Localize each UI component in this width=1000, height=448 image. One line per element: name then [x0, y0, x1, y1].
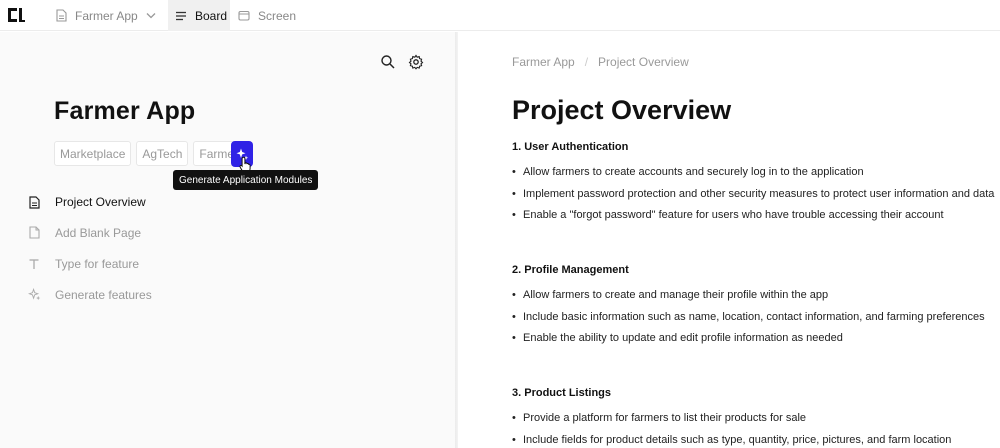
breadcrumb-page[interactable]: Project Overview: [598, 55, 689, 69]
page-title: Project Overview: [512, 95, 732, 125]
chevron-down-icon: [146, 13, 156, 19]
list-item: Allow farmers to create and manage their…: [512, 285, 992, 307]
list-item: Provide a platform for farmers to list t…: [512, 408, 992, 430]
bullet-list: Provide a platform for farmers to list t…: [512, 408, 992, 448]
nav-item-generate-features[interactable]: Generate features: [27, 279, 227, 310]
list-item: Allow farmers to create accounts and sec…: [512, 162, 992, 184]
generate-modules-tooltip: Generate Application Modules: [173, 170, 319, 190]
left-pane: Farmer App Marketplace AgTech Farmer Gen…: [0, 32, 458, 448]
document-pane: Farmer App / Project Overview Project Ov…: [458, 32, 1000, 448]
tab-screen-label: Screen: [258, 8, 297, 23]
list-item: Enable the ability to update and edit pr…: [512, 328, 992, 350]
nav-item-label: Generate features: [55, 287, 152, 302]
text-icon: [27, 257, 41, 271]
nav-item-add-blank-page[interactable]: Add Blank Page: [27, 217, 227, 248]
section-user-authentication: 1. User Authentication Allow farmers to …: [512, 138, 994, 227]
top-bar: Farmer App Board Screen: [0, 0, 1000, 31]
project-name: Farmer App: [75, 8, 138, 23]
breadcrumb-separator: /: [584, 55, 589, 69]
section-heading: 2. Profile Management: [512, 264, 629, 276]
document-icon: [56, 9, 67, 22]
bullet-list: Allow farmers to create and manage their…: [512, 285, 992, 350]
list-item: Include basic information such as name, …: [512, 307, 992, 329]
list-item: Include fields for product details such …: [512, 430, 992, 448]
screen-icon: [238, 10, 250, 21]
app-logo-icon[interactable]: [6, 6, 26, 24]
sparkle-icon: [27, 288, 41, 302]
list-item: Implement password protection and other …: [512, 184, 994, 206]
section-heading: 3. Product Listings: [512, 387, 612, 399]
breadcrumb-project[interactable]: Farmer App: [512, 55, 575, 69]
nav-item-type-for-feature[interactable]: Type for feature: [27, 248, 227, 279]
section-profile-management: 2. Profile Management Allow farmers to c…: [512, 261, 992, 350]
menu-lines-icon: [176, 11, 186, 20]
tag-list: Marketplace AgTech Farmer: [54, 141, 245, 166]
tab-screen[interactable]: Screen: [238, 0, 296, 31]
nav-item-label: Add Blank Page: [55, 225, 142, 240]
nav-item-label: Type for feature: [55, 256, 140, 271]
section-heading: 1. User Authentication: [512, 141, 629, 153]
nav-item-project-overview[interactable]: Project Overview: [27, 190, 227, 214]
section-product-listings: 3. Product Listings Provide a platform f…: [512, 384, 992, 448]
blank-page-icon: [27, 226, 41, 240]
nav-item-label: Project Overview: [55, 195, 146, 209]
tab-board-label: Board: [195, 8, 228, 23]
search-icon[interactable]: [380, 54, 396, 70]
list-item: Enable a "forgot password" feature for u…: [512, 205, 992, 227]
tab-board[interactable]: Board: [168, 0, 230, 31]
document-icon: [27, 195, 41, 209]
breadcrumb: Farmer App / Project Overview: [512, 55, 689, 69]
tag-marketplace[interactable]: Marketplace: [54, 141, 132, 166]
project-switcher[interactable]: Farmer App: [56, 0, 164, 31]
gear-icon[interactable]: [408, 54, 424, 70]
tag-agtech[interactable]: AgTech: [136, 141, 189, 166]
app-title: Farmer App: [54, 97, 196, 125]
bullet-list: Allow farmers to create accounts and sec…: [512, 162, 994, 227]
